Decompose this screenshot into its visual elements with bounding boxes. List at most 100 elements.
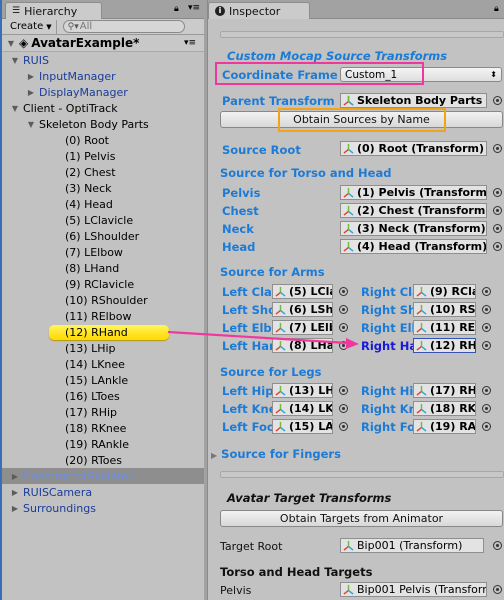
legs-left-field[interactable]: (13) LHip <box>272 383 333 398</box>
hierarchy-item[interactable]: ▶ ConstructorSkeleton <box>2 468 204 484</box>
hierarchy-item[interactable]: (8) LHand <box>2 260 204 276</box>
parent-transform-field[interactable]: Skeleton Body Parts <box>340 93 487 108</box>
hierarchy-item[interactable]: (5) LClavicle <box>2 212 204 228</box>
object-picker-icon[interactable] <box>482 323 491 332</box>
object-picker-icon[interactable] <box>493 541 502 550</box>
arms-left-field-value: (6) LShoulder <box>289 303 333 316</box>
hierarchy-item[interactable]: (16) LToes <box>2 388 204 404</box>
arms-left-field[interactable]: (7) LElbow <box>272 320 333 335</box>
hierarchy-item[interactable]: (17) RHip <box>2 404 204 420</box>
hierarchy-item[interactable]: (13) LHip <box>2 340 204 356</box>
arms-left-field[interactable]: (6) LShoulder <box>272 302 333 317</box>
hierarchy-item[interactable]: (15) LAnkle <box>2 372 204 388</box>
object-picker-icon[interactable] <box>493 144 502 153</box>
object-picker-icon[interactable] <box>482 404 491 413</box>
tab-inspector[interactable]: i Inspector <box>208 2 310 19</box>
pelvis-target-field[interactable]: Bip001 Pelvis (Transform) <box>340 582 487 597</box>
object-picker-icon[interactable] <box>339 404 348 413</box>
source-root-field[interactable]: (0) Root (Transform) <box>340 141 487 156</box>
arms-right-field-value: (11) RElbow <box>430 321 476 334</box>
object-picker-icon[interactable] <box>493 188 502 197</box>
object-picker-icon[interactable] <box>493 96 502 105</box>
hierarchy-item[interactable]: (7) LElbow <box>2 244 204 260</box>
expanded-triangle-icon[interactable]: ▼ <box>26 120 36 129</box>
collapsed-triangle-icon[interactable]: ▶ <box>26 88 36 97</box>
hierarchy-item[interactable]: (14) LKnee <box>2 356 204 372</box>
hierarchy-item[interactable]: (11) RElbow <box>2 308 204 324</box>
torso-field[interactable]: (1) Pelvis (Transform) <box>340 185 487 200</box>
legs-right-field[interactable]: (18) RKnee <box>413 401 476 416</box>
hierarchy-item[interactable]: (10) RShoulder <box>2 292 204 308</box>
object-picker-icon[interactable] <box>339 287 348 296</box>
torso-field[interactable]: (4) Head (Transform) <box>340 239 487 254</box>
hierarchy-item[interactable]: (1) Pelvis <box>2 148 204 164</box>
obtain-targets-button[interactable]: Obtain Targets from Animator <box>220 510 503 527</box>
object-picker-icon[interactable] <box>493 242 502 251</box>
expanded-triangle-icon[interactable]: ▼ <box>10 56 20 65</box>
hierarchy-item[interactable]: (4) Head <box>2 196 204 212</box>
hierarchy-item[interactable]: ▶ RUISCamera <box>2 484 204 500</box>
scene-row[interactable]: ▼ ◈ AvatarExample* ▾≡ <box>2 35 204 52</box>
hierarchy-item[interactable]: (6) LShoulder <box>2 228 204 244</box>
arms-left-field[interactable]: (5) LClavicle <box>272 284 333 299</box>
object-picker-icon[interactable] <box>482 386 491 395</box>
legs-right-field[interactable]: (17) RHip <box>413 383 476 398</box>
target-root-field[interactable]: Bip001 (Transform) <box>340 538 484 553</box>
legs-left-field[interactable]: (15) LAnkle <box>272 419 333 434</box>
hierarchy-item[interactable]: ▶ DisplayManager <box>2 84 204 100</box>
tab-hierarchy[interactable]: ☰ Hierarchy <box>5 2 102 19</box>
collapsed-triangle-icon[interactable]: ▶ <box>10 504 20 513</box>
object-picker-icon[interactable] <box>482 422 491 431</box>
hierarchy-item[interactable]: (20) RToes <box>2 452 204 468</box>
torso-field[interactable]: (3) Neck (Transform) <box>340 221 487 236</box>
object-picker-icon[interactable] <box>493 224 502 233</box>
create-button[interactable]: Create ▼ <box>6 19 57 34</box>
object-picker-icon[interactable] <box>339 341 348 350</box>
lock-icon[interactable]: 🔒︎ <box>174 4 179 14</box>
expand-triangle-icon[interactable]: ▼ <box>6 39 16 48</box>
tab-menu-icon[interactable]: ▾≡ <box>188 3 200 13</box>
arms-right-field[interactable]: (10) RShoulder <box>413 302 476 317</box>
hierarchy-item[interactable]: ▼ Skeleton Body Parts <box>2 116 204 132</box>
hierarchy-item[interactable]: ▼ Client - OptiTrack <box>2 100 204 116</box>
hierarchy-item[interactable]: ▶ InputManager <box>2 68 204 84</box>
collapsed-triangle-icon[interactable]: ▶ <box>10 488 20 497</box>
collapsed-triangle-icon[interactable]: ▶ <box>10 472 20 481</box>
expanded-triangle-icon[interactable]: ▼ <box>10 104 20 113</box>
object-picker-icon[interactable] <box>339 323 348 332</box>
arms-left-field[interactable]: (8) LHand <box>272 338 333 353</box>
scene-menu-icon[interactable]: ▾≡ <box>184 38 196 48</box>
fingers-foldout[interactable]: ▶ Source for Fingers <box>211 447 341 461</box>
object-picker-icon[interactable] <box>339 305 348 314</box>
hierarchy-item[interactable]: (0) Root <box>2 132 204 148</box>
target-root-value: Bip001 (Transform) <box>357 539 463 552</box>
object-picker-icon[interactable] <box>493 206 502 215</box>
legs-right-field[interactable]: (19) RAnkle <box>413 419 476 434</box>
lock-icon[interactable]: 🔒︎ <box>494 4 499 14</box>
hierarchy-item[interactable]: (2) Chest <box>2 164 204 180</box>
hierarchy-item[interactable]: (9) RClavicle <box>2 276 204 292</box>
hierarchy-item[interactable]: (12) RHand <box>2 324 204 340</box>
hierarchy-item[interactable]: ▼ RUIS <box>2 52 204 68</box>
object-picker-icon[interactable] <box>482 341 491 350</box>
collapsed-triangle-icon[interactable]: ▶ <box>26 72 36 81</box>
hierarchy-item[interactable]: (18) RKnee <box>2 420 204 436</box>
object-picker-icon[interactable] <box>339 386 348 395</box>
arms-right-field[interactable]: (12) RHand <box>413 338 476 353</box>
hierarchy-item[interactable]: ▶ Surroundings <box>2 500 204 516</box>
orange-highlight-box <box>278 108 446 132</box>
target-section-header: Avatar Target Transforms <box>227 491 392 505</box>
arms-right-label: Right Elbow <box>361 321 413 335</box>
object-picker-icon[interactable] <box>482 305 491 314</box>
arms-right-field[interactable]: (11) RElbow <box>413 320 476 335</box>
object-picker-icon[interactable] <box>339 422 348 431</box>
legs-left-field[interactable]: (14) LKnee <box>272 401 333 416</box>
legs-right-field-value: (19) RAnkle <box>430 420 476 433</box>
torso-field[interactable]: (2) Chest (Transform) <box>340 203 487 218</box>
hierarchy-item[interactable]: (19) RAnkle <box>2 436 204 452</box>
object-picker-icon[interactable] <box>482 287 491 296</box>
hierarchy-item[interactable]: (3) Neck <box>2 180 204 196</box>
object-picker-icon[interactable] <box>493 585 502 594</box>
arms-right-field[interactable]: (9) RClavicle <box>413 284 476 299</box>
search-input[interactable]: ⚲▾ All <box>62 20 185 33</box>
